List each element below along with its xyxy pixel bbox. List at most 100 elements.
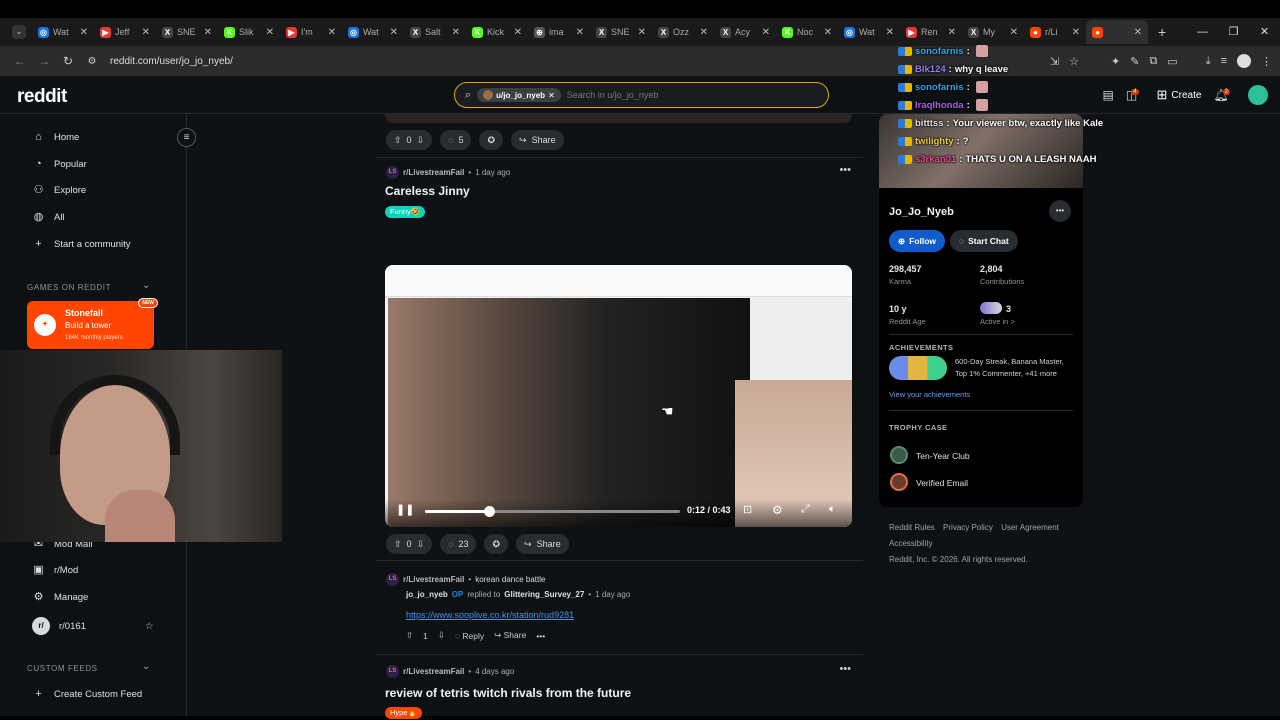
close-window-button[interactable]: ✕	[1249, 18, 1280, 46]
browser-tab[interactable]: X My ✕	[962, 20, 1024, 44]
tab-close-icon[interactable]: ✕	[80, 27, 88, 38]
chat-username[interactable]: s3rkan01	[915, 154, 956, 165]
reload-icon[interactable]: ↻	[56, 54, 80, 68]
comment-menu-icon[interactable]: •••	[536, 631, 545, 641]
tab-close-icon[interactable]: ✕	[886, 27, 894, 38]
stonefall-game-card[interactable]: ✦ Stonefall Build a tower 184K monthly p…	[27, 298, 158, 349]
notification-bell-icon[interactable]: 🔔︎2	[1213, 88, 1236, 102]
tab-close-icon[interactable]: ✕	[328, 27, 336, 38]
download-icon[interactable]: ⤓	[1206, 55, 1211, 68]
footer-link[interactable]: Reddit Rules	[889, 523, 935, 532]
favorite-star-icon[interactable]: ☆	[145, 621, 154, 632]
video-player[interactable]: ❚❚ 0:12 / 0:43 ⊡ ⚙ ⤢ 🔈︎ ☚	[385, 265, 852, 527]
browser-tab[interactable]: ▶ Jeff ✕	[94, 20, 156, 44]
sidebar-item-popular[interactable]: ◔ Popular	[32, 158, 87, 171]
volume-icon[interactable]: 🔈︎	[829, 503, 836, 516]
upvote-icon[interactable]: ⇧	[394, 135, 402, 146]
browser-tab[interactable]: ◎ Wat ✕	[32, 20, 94, 44]
tab-close-icon[interactable]: ✕	[266, 27, 274, 38]
tab-close-icon[interactable]: ✕	[204, 27, 212, 38]
reddit-logo[interactable]: reddit	[17, 86, 67, 108]
tab-close-icon[interactable]: ✕	[576, 27, 584, 38]
custom-feeds-collapse-icon[interactable]: ⌄	[142, 661, 150, 672]
pause-icon[interactable]: ❚❚	[396, 503, 414, 516]
captions-icon[interactable]: ⊡	[743, 503, 752, 516]
profile-icon[interactable]	[1237, 54, 1251, 68]
chat-username[interactable]: Blk124	[915, 64, 946, 75]
comments-button[interactable]: ◌ 23	[440, 534, 477, 554]
reply-target-user[interactable]: Glittering_Survey_27	[504, 590, 584, 599]
sidebar-item-r-0161[interactable]: r/r/0161 ☆	[32, 617, 153, 635]
downvote-icon[interactable]: ⇩	[417, 539, 425, 550]
post-menu-icon[interactable]: •••	[839, 164, 851, 176]
subreddit-link[interactable]: r/LivestreamFail	[403, 168, 464, 177]
browser-tab[interactable]: ◎ Wat ✕	[342, 20, 404, 44]
tab-close-icon[interactable]: ✕	[700, 27, 708, 38]
subreddit-link[interactable]: r/LivestreamFail	[403, 575, 464, 584]
post-title[interactable]: Careless Jinny	[385, 184, 470, 198]
share-button[interactable]: ↪ Share	[494, 630, 526, 641]
view-achievements-link[interactable]: View your achievements	[889, 390, 970, 399]
reply-button[interactable]: ◌ Reply	[455, 631, 484, 641]
active-in-link[interactable]: Active in >	[980, 317, 1015, 326]
sidebar-item-all[interactable]: ◍ All	[32, 211, 65, 224]
comment-post-title[interactable]: korean dance battle	[475, 575, 545, 584]
award-button[interactable]: ✪	[479, 130, 504, 150]
award-button[interactable]: ✪	[484, 534, 509, 554]
comment-author[interactable]: jo_jo_nyeb	[406, 590, 448, 599]
browser-tab[interactable]: ● ✕	[1086, 20, 1148, 44]
media-icon[interactable]: ≡	[1221, 55, 1227, 67]
browser-tab[interactable]: X Ozz ✕	[652, 20, 714, 44]
profile-menu-icon[interactable]: •••	[1049, 200, 1071, 222]
back-icon[interactable]: ←	[8, 54, 32, 68]
tab-close-icon[interactable]: ✕	[948, 27, 956, 38]
chat-username[interactable]: sonofarnis	[915, 82, 964, 93]
sidebar-item-start-a-community[interactable]: + Start a community	[32, 238, 130, 251]
games-collapse-icon[interactable]: ⌄	[142, 280, 150, 291]
post-title[interactable]: review of tetris twitch rivals from the …	[385, 686, 631, 700]
tab-close-icon[interactable]: ✕	[142, 27, 150, 38]
sidebar-item-explore[interactable]: ⚇ Explore	[32, 184, 87, 197]
sidebar-item-r-mod[interactable]: ▣ r/Mod	[32, 564, 78, 577]
browser-tab[interactable]: ● r/Li ✕	[1024, 20, 1086, 44]
browser-menu-icon[interactable]: ⋮	[1261, 55, 1272, 68]
create-button[interactable]: ⊞ Create	[1157, 87, 1202, 103]
browser-tab[interactable]: K Kick ✕	[466, 20, 528, 44]
collapse-sidebar-icon[interactable]: ≡	[177, 128, 196, 147]
browser-tab[interactable]: X Salt ✕	[404, 20, 466, 44]
post-flair[interactable]: Hype🔥	[385, 707, 422, 719]
start-chat-button[interactable]: ◌ Start Chat	[950, 230, 1018, 252]
post-flair[interactable]: Funny🤣	[385, 206, 426, 218]
sidebar-item-home[interactable]: ⌂ Home	[32, 131, 79, 144]
tab-close-icon[interactable]: ✕	[452, 27, 460, 38]
footer-link[interactable]: User Agreement	[1001, 523, 1059, 532]
sidebar-icon[interactable]: ▭	[1167, 55, 1177, 68]
fullscreen-icon[interactable]: ⤢	[801, 503, 810, 516]
footer-link[interactable]: Privacy Policy	[943, 523, 993, 532]
chat-username[interactable]: twilighty	[915, 136, 954, 147]
sidebar-item-manage[interactable]: ⚙ Manage	[32, 591, 89, 604]
comment-link[interactable]: https://www.sooplive.co.kr/station/rud92…	[406, 610, 574, 620]
maximize-button[interactable]: ❐	[1218, 18, 1249, 46]
footer-link[interactable]: Accessibility	[889, 539, 933, 548]
minimize-button[interactable]: —	[1187, 18, 1218, 46]
url-text[interactable]: reddit.com/user/jo_jo_nyeb/	[110, 56, 233, 67]
search-scope-chip[interactable]: u/jo_jo_nyeb ✕	[477, 88, 561, 102]
tab-close-icon[interactable]: ✕	[514, 27, 522, 38]
tab-search-button[interactable]: ⌄	[12, 25, 26, 39]
chat-username[interactable]: bitttss	[915, 118, 944, 129]
tab-close-icon[interactable]: ✕	[1134, 27, 1142, 38]
browser-tab[interactable]: K Slik ✕	[218, 20, 280, 44]
forward-icon[interactable]: →	[32, 54, 56, 68]
browser-tab[interactable]: ▶ I'm ✕	[280, 20, 342, 44]
extensions-puzzle-icon[interactable]: ⧉	[1149, 55, 1157, 68]
chat-username[interactable]: sonofarnis	[915, 46, 964, 57]
browser-tab[interactable]: X SNE ✕	[156, 20, 218, 44]
search-input[interactable]	[566, 90, 807, 100]
downvote-icon[interactable]: ⇩	[417, 135, 425, 146]
follow-button[interactable]: ⊕ Follow	[889, 230, 946, 252]
browser-tab[interactable]: ⊕ ima ✕	[528, 20, 590, 44]
browser-tab[interactable]: X SNE ✕	[590, 20, 652, 44]
settings-icon[interactable]: ⚙	[772, 503, 783, 517]
new-tab-button[interactable]: +	[1158, 24, 1166, 40]
